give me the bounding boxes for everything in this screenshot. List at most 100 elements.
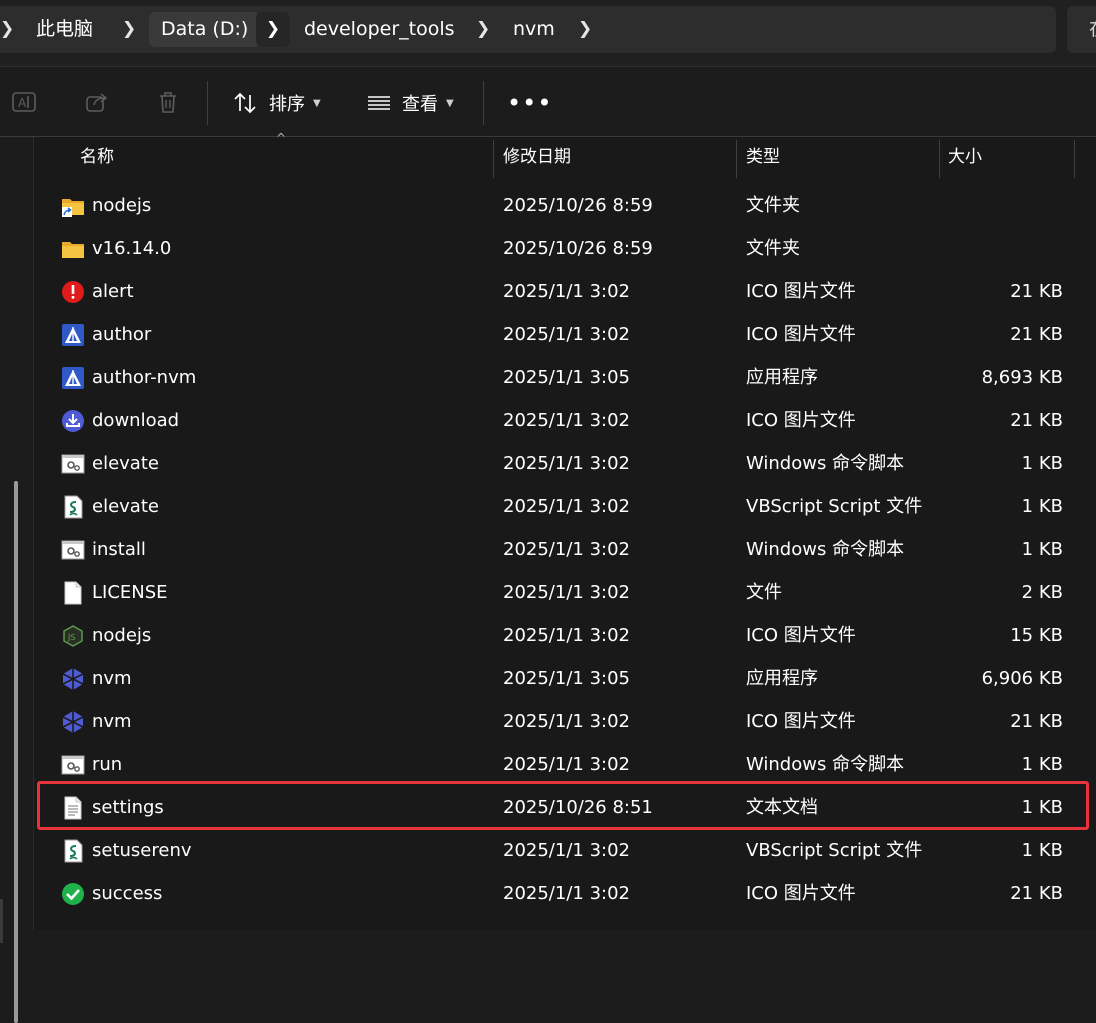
file-row[interactable]: author 2025/1/1 3:02 ICO 图片文件 21 KB [34,313,1096,356]
column-divider[interactable] [939,140,940,178]
file-row[interactable]: elevate 2025/1/1 3:02 Windows 命令脚本 1 KB [34,442,1096,485]
chevron-right-icon[interactable]: ❯ [0,6,14,53]
file-size: 8,693 KB [981,367,1063,388]
file-name: elevate [92,496,159,517]
breadcrumb-data-drive[interactable]: Data (D:) [149,12,261,47]
success-icon [61,882,85,906]
sort-icon [234,92,256,114]
file-type: ICO 图片文件 [746,410,856,431]
column-size[interactable]: 大小 [948,137,982,178]
file-row[interactable]: nvm 2025/1/1 3:02 ICO 图片文件 21 KB [34,700,1096,743]
sort-ascending-icon: ^ [276,131,287,145]
file-row[interactable]: nvm 2025/1/1 3:05 应用程序 6,906 KB [34,657,1096,700]
file-row[interactable]: success 2025/1/1 3:02 ICO 图片文件 21 KB [34,872,1096,915]
file-type: Windows 命令脚本 [746,754,905,775]
view-icon [368,96,390,110]
search-box[interactable]: 在 [1067,6,1096,53]
share-icon[interactable] [82,87,112,117]
column-divider[interactable] [1074,140,1075,178]
file-row[interactable]: LICENSE 2025/1/1 3:02 文件 2 KB [34,571,1096,614]
file-date: 2025/10/26 8:59 [503,238,653,259]
file-type: Windows 命令脚本 [746,453,905,474]
sort-label: 排序 [269,94,305,115]
cmd-script-icon [61,452,85,476]
file-size: 2 KB [1021,582,1063,603]
file-date: 2025/1/1 3:02 [503,711,630,732]
file-row[interactable]: nodejs 2025/10/26 8:59 文件夹 [34,184,1096,227]
file-type: 文件夹 [746,195,800,216]
breadcrumb-nvm[interactable]: nvm [513,6,555,53]
chevron-right-icon[interactable]: ❯ [122,6,136,53]
svg-text:JS: JS [67,633,75,642]
column-name[interactable]: 名称 [80,137,114,178]
file-type: 文件 [746,582,782,603]
column-divider[interactable] [736,140,737,178]
file-name: setuserenv [92,840,192,861]
file-type: Windows 命令脚本 [746,539,905,560]
file-name: nvm [92,711,132,732]
file-row-highlighted[interactable]: settings 2025/10/26 8:51 文本文档 1 KB [34,786,1096,829]
file-size: 1 KB [1021,539,1063,560]
rename-icon[interactable]: A [9,87,39,117]
file-row[interactable]: download 2025/1/1 3:02 ICO 图片文件 21 KB [34,399,1096,442]
chevron-down-icon: ▼ [446,97,454,109]
chevron-right-icon[interactable]: ❯ [578,6,592,53]
file-type: ICO 图片文件 [746,883,856,904]
file-row[interactable]: elevate 2025/1/1 3:02 VBScript Script 文件 1 … [34,485,1096,528]
column-type[interactable]: 类型 [746,137,780,178]
file-date: 2025/1/1 3:05 [503,668,630,689]
view-button[interactable]: 查看 ▼ [366,81,454,125]
file-row[interactable]: alert 2025/1/1 3:02 ICO 图片文件 21 KB [34,270,1096,313]
file-date: 2025/1/1 3:02 [503,496,630,517]
file-size: 1 KB [1021,754,1063,775]
file-row[interactable]: JS nodejs 2025/1/1 3:02 ICO 图片文件 15 KB [34,614,1096,657]
navigation-pane [0,137,34,1023]
file-size: 21 KB [1010,711,1063,732]
navigation-scrollbar[interactable] [14,481,18,1023]
column-divider[interactable] [493,140,494,178]
author-icon [61,323,85,347]
file-type: 应用程序 [746,668,818,689]
file-name: LICENSE [92,582,168,603]
file-date: 2025/1/1 3:02 [503,410,630,431]
file-name: install [92,539,146,560]
file-row[interactable]: install 2025/1/1 3:02 Windows 命令脚本 1 KB [34,528,1096,571]
folder-icon [61,237,85,261]
more-options-button[interactable]: ••• [507,89,552,117]
more-icon: ••• [507,89,553,117]
file-row[interactable]: setuserenv 2025/1/1 3:02 VBScript Script 文… [34,829,1096,872]
chevron-right-icon[interactable]: ❯ [476,6,490,53]
sort-button[interactable]: 排序 ▼ [231,81,321,125]
cmd-script-icon [61,753,85,777]
breadcrumb-developer-tools[interactable]: developer_tools [304,6,455,53]
file-type: ICO 图片文件 [746,324,856,345]
file-size: 21 KB [1010,281,1063,302]
file-date: 2025/1/1 3:02 [503,281,630,302]
alert-icon [61,280,85,304]
file-row[interactable]: v16.14.0 2025/10/26 8:59 文件夹 [34,227,1096,270]
file-size: 21 KB [1010,324,1063,345]
chevron-right-icon[interactable]: ❯ [256,12,290,47]
file-row[interactable]: author-nvm 2025/1/1 3:05 应用程序 8,693 KB [34,356,1096,399]
file-type: 文件夹 [746,238,800,259]
column-header: ^ 名称 修改日期 类型 大小 [34,131,1096,178]
command-bar: A 排序 ▼ 查看 ▼ ••• [0,67,1096,137]
delete-icon[interactable] [153,87,183,117]
file-date: 2025/1/1 3:02 [503,754,630,775]
file-name: alert [92,281,134,302]
blank-file-icon [61,581,85,605]
file-type: ICO 图片文件 [746,625,856,646]
file-name: author [92,324,152,345]
file-date: 2025/10/26 8:59 [503,195,653,216]
file-type: 文本文档 [746,797,818,818]
file-date: 2025/1/1 3:02 [503,539,630,560]
nodejs-icon: JS [61,624,85,648]
breadcrumb-this-pc[interactable]: 此电脑 [36,6,93,53]
file-size: 1 KB [1021,840,1063,861]
file-size: 1 KB [1021,496,1063,517]
column-date[interactable]: 修改日期 [503,137,571,178]
file-type: ICO 图片文件 [746,711,856,732]
file-type: 应用程序 [746,367,818,388]
file-date: 2025/1/1 3:05 [503,367,630,388]
file-row[interactable]: run 2025/1/1 3:02 Windows 命令脚本 1 KB [34,743,1096,786]
